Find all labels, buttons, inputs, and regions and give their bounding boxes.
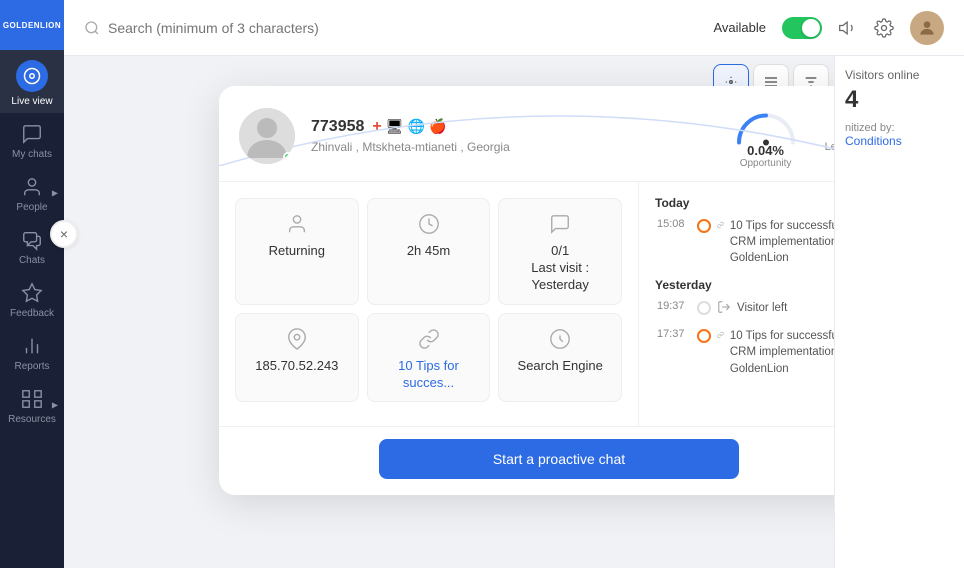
stat-label-ip: 185.70.52.243 [255,358,338,375]
stat-label-page: 10 Tips for succes... [376,358,482,392]
main-area: Available [64,0,964,568]
windows-icon: 🖥 [386,118,404,135]
resources-icon [21,388,43,410]
star-icon [21,282,43,304]
visitor-card: 773958 + 🖥 🌐 🍎 Zhinvali , Mtskheta-mtian… [219,86,899,495]
sidebar-item-my-chats[interactable]: My chats [0,113,64,166]
sidebar-item-label-live-view: Live view [11,96,52,107]
stat-cell-last-visit: 0/1 Last visit : Yesterday [498,198,622,305]
stat-cell-page: 10 Tips for succes... [367,313,491,403]
available-label: Available [713,20,766,35]
visitor-left-icon [717,300,731,314]
visitor-id-row: 773958 + 🖥 🌐 🍎 [311,118,715,136]
volume-icon[interactable] [838,18,858,38]
expand-icon-resources: ▶ [52,400,58,409]
history-dot-3 [697,329,711,343]
history-dot-2 [697,301,711,315]
sidebar-item-label-resources: Resources [8,414,56,425]
sidebar-item-label-people: People [16,202,47,213]
sidebar-item-label-feedback: Feedback [10,308,54,319]
stats-row-1: Returning 2h 45m [235,198,622,305]
sidebar-item-live-view[interactable]: Live view [0,50,64,113]
chat-bubble-icon [549,213,571,235]
person-icon [21,176,43,198]
header-right: Available [713,11,944,45]
stat-cell-ip: 185.70.52.243 [235,313,359,403]
google-icon [549,328,571,350]
add-icon: + [372,118,381,136]
online-indicator [283,152,293,162]
visitor-id: 773958 [311,118,364,136]
user-avatar[interactable] [910,11,944,45]
conditions-link[interactable]: Conditions [845,134,954,148]
history-time-2: 19:37 [657,300,691,312]
stats-row-2: 185.70.52.243 10 Tips for succes... [235,313,622,403]
stat-label-returning: Returning [269,243,325,260]
header: Available [64,0,964,56]
returning-icon [286,213,308,235]
gauge-svg [731,102,801,147]
visitors-panel: Visitors online 4 nitized by: Conditions [834,56,964,568]
settings-icon[interactable] [874,18,894,38]
expand-icon-people: ▶ [52,188,58,197]
location-pin-icon [286,328,308,350]
visitors-online-label: Visitors online [845,68,954,82]
sidebar-logo: GOLDENLION [0,0,64,50]
available-toggle[interactable] [782,17,822,39]
sidebar-item-people[interactable]: People ▶ [0,166,64,219]
link-icon [418,328,440,350]
history-link-icon-1 [717,218,724,232]
stat-label-last-visit: 0/1 Last visit : Yesterday [531,243,589,294]
card-body: Returning 2h 45m [219,182,899,426]
sidebar-item-label-my-chats: My chats [12,149,52,160]
history-dot-1 [697,219,711,233]
visitor-avatar [239,108,295,164]
gauge-wrap: 0.04% Opportunity [731,102,801,169]
sidebar-item-feedback[interactable]: Feedback [0,272,64,325]
chat-icon [21,123,43,145]
clock-icon [418,213,440,235]
stat-label-duration: 2h 45m [407,243,450,260]
browser-icon: 🌐 [408,118,425,135]
visitor-location: Zhinvali , Mtskheta-mtianeti , Georgia [311,140,715,154]
card-footer: Start a proactive chat [219,426,899,495]
search-icon [84,20,100,36]
stat-cell-search-engine: Search Engine [498,313,622,403]
stat-label-search-engine: Search Engine [518,358,603,375]
sidebar-item-resources[interactable]: Resources ▶ [0,378,64,431]
history-time-3: 17:37 [657,328,691,340]
visitors-count: 4 [845,86,954,114]
card-close-button[interactable]: × [50,220,78,248]
history-time-1: 15:08 [657,218,691,230]
apple-icon: 🍎 [429,118,446,135]
sidebar-item-label-reports: Reports [14,361,49,372]
bar-chart-icon [21,335,43,357]
card-close-wrap: × [50,220,78,248]
chats-icon [21,229,43,251]
opportunity-label: Opportunity [740,158,792,169]
stat-cell-returning: Returning [235,198,359,305]
live-view-icon [16,60,48,92]
card-header: 773958 + 🖥 🌐 🍎 Zhinvali , Mtskheta-mtian… [219,86,899,182]
proactive-chat-button[interactable]: Start a proactive chat [379,439,739,479]
monitored-label: nitized by: [845,122,954,134]
content-area: 773958 + 🖥 🌐 🍎 Zhinvali , Mtskheta-mtian… [64,56,964,568]
sidebar-item-label-chats: Chats [19,255,45,266]
opportunity-value: 0.04% [747,143,784,158]
stats-grid: Returning 2h 45m [219,182,639,426]
history-link-icon-2 [717,328,724,342]
search-input[interactable] [108,20,408,36]
visitor-info: 773958 + 🖥 🌐 🍎 Zhinvali , Mtskheta-mtian… [311,118,715,154]
browser-icons: + 🖥 🌐 🍎 [372,118,446,136]
history-text-2: Visitor left [737,300,787,316]
sidebar-item-reports[interactable]: Reports [0,325,64,378]
sidebar: GOLDENLION Live view My chats People ▶ [0,0,64,568]
search-bar [84,20,701,36]
stat-cell-duration: 2h 45m [367,198,491,305]
